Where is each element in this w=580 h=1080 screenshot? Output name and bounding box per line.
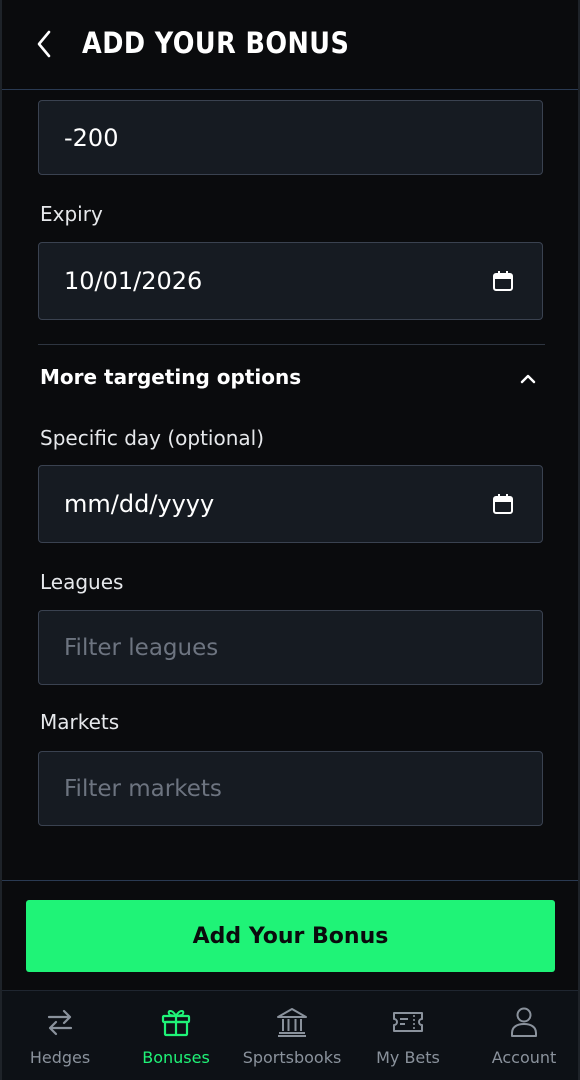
- leagues-placeholder: Filter leagues: [64, 634, 219, 661]
- app-screen: ADD YOUR BONUS -200 Expiry 10/01/2026 Mo…: [0, 0, 580, 1080]
- chevron-left-icon: [37, 30, 51, 58]
- calendar-icon[interactable]: [492, 493, 514, 515]
- expiry-value: 10/01/2026: [64, 267, 203, 295]
- expiry-label: Expiry: [40, 202, 103, 226]
- arrows-swap-icon: [47, 1009, 73, 1036]
- tab-label: Bonuses: [142, 1048, 210, 1067]
- targeting-options-toggle[interactable]: More targeting options: [40, 365, 301, 389]
- tab-label: Account: [491, 1048, 557, 1067]
- specific-day-placeholder: mm/dd/yyyy: [64, 490, 215, 518]
- markets-filter-input[interactable]: Filter markets: [38, 751, 543, 826]
- add-bonus-button[interactable]: Add Your Bonus: [26, 900, 555, 972]
- tab-label: My Bets: [376, 1048, 440, 1067]
- bottom-tab-bar: Hedges Bonuses Sportsbooks My Bets Accou…: [2, 990, 578, 1080]
- action-footer: Add Your Bonus: [2, 880, 578, 990]
- form-content[interactable]: -200 Expiry 10/01/2026 More targeting op…: [2, 90, 578, 880]
- tab-account[interactable]: Account: [466, 991, 578, 1080]
- page-title: ADD YOUR BONUS: [82, 26, 350, 60]
- back-button[interactable]: [28, 26, 60, 62]
- specific-day-label: Specific day (optional): [40, 426, 265, 450]
- tab-hedges[interactable]: Hedges: [2, 991, 118, 1080]
- user-icon: [511, 1007, 537, 1037]
- bank-icon: [277, 1008, 307, 1037]
- tab-sportsbooks[interactable]: Sportsbooks: [234, 991, 350, 1080]
- markets-placeholder: Filter markets: [64, 775, 222, 802]
- chevron-up-icon[interactable]: [518, 369, 538, 389]
- tab-my-bets[interactable]: My Bets: [350, 991, 466, 1080]
- tab-bonuses[interactable]: Bonuses: [118, 991, 234, 1080]
- section-divider: [38, 344, 545, 345]
- leagues-label: Leagues: [40, 570, 124, 594]
- calendar-icon[interactable]: [492, 270, 514, 292]
- tab-label: Sportsbooks: [242, 1048, 342, 1067]
- gift-icon: [161, 1010, 191, 1037]
- tab-label: Hedges: [29, 1048, 91, 1067]
- specific-day-input[interactable]: mm/dd/yyyy: [38, 465, 543, 543]
- expiry-date-input[interactable]: 10/01/2026: [38, 242, 543, 320]
- top-bar: ADD YOUR BONUS: [2, 0, 578, 90]
- markets-label: Markets: [40, 710, 120, 734]
- leagues-filter-input[interactable]: Filter leagues: [38, 610, 543, 685]
- ticket-icon: [393, 1012, 423, 1032]
- odds-value: -200: [64, 123, 119, 152]
- odds-input[interactable]: -200: [38, 100, 543, 175]
